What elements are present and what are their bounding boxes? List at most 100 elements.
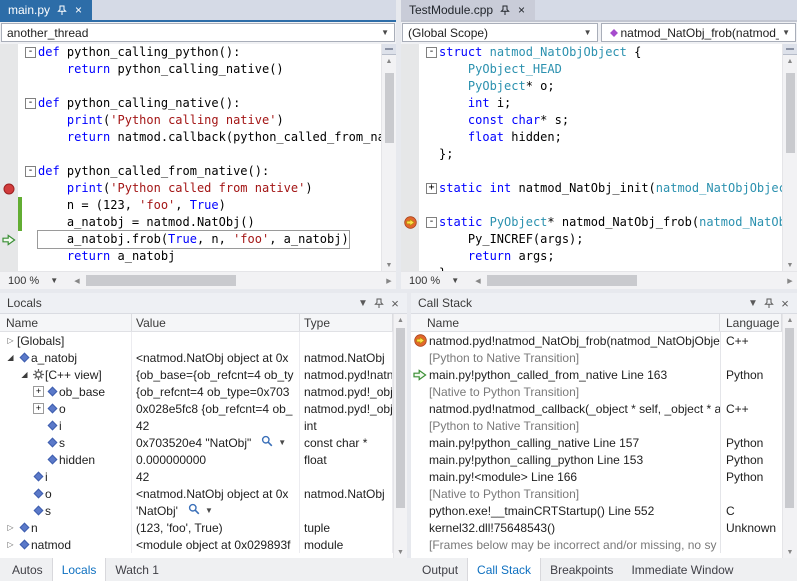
breakpoint-icon[interactable] <box>0 180 18 197</box>
breakpoint-margin[interactable] <box>401 129 419 146</box>
scroll-right-icon[interactable]: ▶ <box>783 277 797 285</box>
close-icon[interactable]: × <box>387 295 403 311</box>
locals-row[interactable]: s0x703520e4 "NatObj"▼const char * <box>0 434 393 451</box>
locals-row[interactable]: o<natmod.NatObj object at 0xnatmod.NatOb… <box>0 485 393 502</box>
chevron-down-icon[interactable]: ▼ <box>275 438 289 447</box>
breakpoint-margin[interactable] <box>0 112 18 129</box>
fold-toggle-icon[interactable]: - <box>426 217 437 228</box>
scrollbar-thumb[interactable] <box>785 328 794 508</box>
breakpoint-margin[interactable] <box>401 95 419 112</box>
window-position-icon[interactable]: ▼ <box>355 295 371 311</box>
breakpoint-margin[interactable] <box>0 197 18 214</box>
magnifier-icon[interactable] <box>188 503 200 518</box>
zoom-control[interactable]: 100 % ▼ <box>0 275 70 287</box>
scrollbar-track[interactable] <box>394 326 407 546</box>
callstack-frame-row[interactable]: natmod.pyd!natmod_callback(_object * sel… <box>411 400 782 417</box>
vertical-scrollbar[interactable]: ▲ ▼ <box>381 44 396 271</box>
vertical-scrollbar[interactable]: ▲ ▼ <box>393 314 407 558</box>
fold-toggle-icon[interactable]: - <box>25 166 36 177</box>
close-icon[interactable]: × <box>73 4 84 16</box>
vertical-scrollbar[interactable]: ▲ ▼ <box>782 314 797 558</box>
callstack-frame-row[interactable]: [Frames below may be incorrect and/or mi… <box>411 536 782 553</box>
column-header-name[interactable]: Name <box>411 314 720 331</box>
scroll-up-icon[interactable]: ▲ <box>382 55 396 67</box>
locals-row[interactable]: hidden0.000000000float <box>0 451 393 468</box>
breakpoint-margin[interactable] <box>401 248 419 265</box>
tab-watch-1[interactable]: Watch 1 <box>106 558 168 581</box>
callstack-frame-row[interactable]: natmod.pyd!natmod_NatObj_frob(natmod_Nat… <box>411 332 782 349</box>
callstack-frame-row[interactable]: [Python to Native Transition] <box>411 417 782 434</box>
pin-icon[interactable] <box>499 4 510 16</box>
scrollbar-track[interactable] <box>485 272 783 289</box>
scrollbar-track[interactable] <box>783 326 797 546</box>
expander-icon[interactable]: ◢ <box>18 370 31 379</box>
locals-row[interactable]: ▷[Globals] <box>0 332 393 349</box>
breakpoint-margin[interactable] <box>0 129 18 146</box>
locals-row[interactable]: +o0x028e5fc8 {ob_refcnt=4 ob_natmod.pyd!… <box>0 400 393 417</box>
tab-immediate-window[interactable]: Immediate Window <box>622 558 742 581</box>
scroll-up-icon[interactable]: ▲ <box>783 314 797 326</box>
scrollbar-track[interactable] <box>382 67 396 259</box>
expander-icon[interactable]: ◢ <box>4 353 17 362</box>
breakpoint-margin[interactable] <box>401 44 419 61</box>
close-icon[interactable]: × <box>516 4 527 16</box>
calling-frame-arrow-icon[interactable] <box>0 231 18 248</box>
navbar-scope-dropdown[interactable]: (Global Scope) ▼ <box>402 23 598 42</box>
tab-call-stack[interactable]: Call Stack <box>467 558 541 581</box>
scrollbar-thumb[interactable] <box>396 328 405 508</box>
locals-row[interactable]: i42 <box>0 468 393 485</box>
scroll-down-icon[interactable]: ▼ <box>382 259 396 271</box>
callstack-frame-row[interactable]: [Native to Python Transition] <box>411 485 782 502</box>
breakpoint-margin[interactable] <box>401 112 419 129</box>
expand-plus-icon[interactable]: + <box>33 386 44 397</box>
tab-output[interactable]: Output <box>413 558 467 581</box>
scrollbar-thumb[interactable] <box>86 275 236 286</box>
callstack-list[interactable]: natmod.pyd!natmod_NatObj_frob(natmod_Nat… <box>411 332 782 558</box>
locals-tree[interactable]: ▷[Globals]◢a_natobj<natmod.NatObj object… <box>0 332 393 558</box>
code-area[interactable]: -struct natmod_NatObjObject { PyObject_H… <box>401 44 782 271</box>
tab-autos[interactable]: Autos <box>3 558 52 581</box>
close-icon[interactable]: × <box>777 295 793 311</box>
column-header-type[interactable]: Type <box>300 314 393 331</box>
expander-icon[interactable]: + <box>32 386 45 397</box>
locals-row[interactable]: ▷natmod<module object at 0x029893fmodule <box>0 536 393 553</box>
scrollbar-track[interactable] <box>783 67 797 259</box>
locals-row[interactable]: +ob_base{ob_refcnt=4 ob_type=0x703natmod… <box>0 383 393 400</box>
fold-toggle-icon[interactable]: + <box>426 183 437 194</box>
breakpoint-margin[interactable] <box>401 180 419 197</box>
breakpoint-margin[interactable] <box>0 214 18 231</box>
navbar-member-dropdown[interactable]: natmod_NatObj_frob(natmod_ ▼ <box>601 23 797 42</box>
breakpoint-margin[interactable] <box>401 61 419 78</box>
breakpoint-margin[interactable] <box>0 248 18 265</box>
tab-locals[interactable]: Locals <box>52 558 107 581</box>
breakpoint-margin[interactable] <box>401 163 419 180</box>
scroll-down-icon[interactable]: ▼ <box>783 546 797 558</box>
code-area[interactable]: -def python_calling_python(): return pyt… <box>0 44 381 271</box>
scroll-up-icon[interactable]: ▲ <box>783 55 797 67</box>
column-header-value[interactable]: Value <box>132 314 300 331</box>
scroll-up-icon[interactable]: ▲ <box>394 314 407 326</box>
callstack-frame-row[interactable]: main.py!python_calling_native Line 157Py… <box>411 434 782 451</box>
fold-toggle-icon[interactable]: - <box>426 47 437 58</box>
vertical-scrollbar[interactable]: ▲ ▼ <box>782 44 797 271</box>
code-editor[interactable]: -struct natmod_NatObjObject { PyObject_H… <box>401 44 797 271</box>
scroll-down-icon[interactable]: ▼ <box>394 546 407 558</box>
callstack-frame-row[interactable]: main.py!python_calling_python Line 153Py… <box>411 451 782 468</box>
breakpoint-margin[interactable] <box>401 146 419 163</box>
window-position-icon[interactable]: ▼ <box>745 295 761 311</box>
callstack-frame-row[interactable]: main.py!python_called_from_native Line 1… <box>411 366 782 383</box>
tab-main-py[interactable]: main.py × <box>0 0 92 20</box>
callstack-frame-row[interactable]: [Native to Python Transition] <box>411 383 782 400</box>
column-header-language[interactable]: Language <box>720 314 782 331</box>
locals-row[interactable]: s'NatObj'▼ <box>0 502 393 519</box>
fold-toggle-icon[interactable]: - <box>25 98 36 109</box>
expand-plus-icon[interactable]: + <box>33 403 44 414</box>
breakpoint-margin[interactable] <box>0 95 18 112</box>
pin-icon[interactable] <box>56 4 67 16</box>
breakpoint-margin[interactable] <box>0 146 18 163</box>
splitter-grip-icon[interactable] <box>783 44 797 55</box>
navbar-scope-dropdown[interactable]: another_thread ▼ <box>1 23 395 42</box>
breakpoint-margin[interactable] <box>401 197 419 214</box>
scroll-right-icon[interactable]: ▶ <box>382 277 396 285</box>
magnifier-icon[interactable] <box>261 435 273 450</box>
